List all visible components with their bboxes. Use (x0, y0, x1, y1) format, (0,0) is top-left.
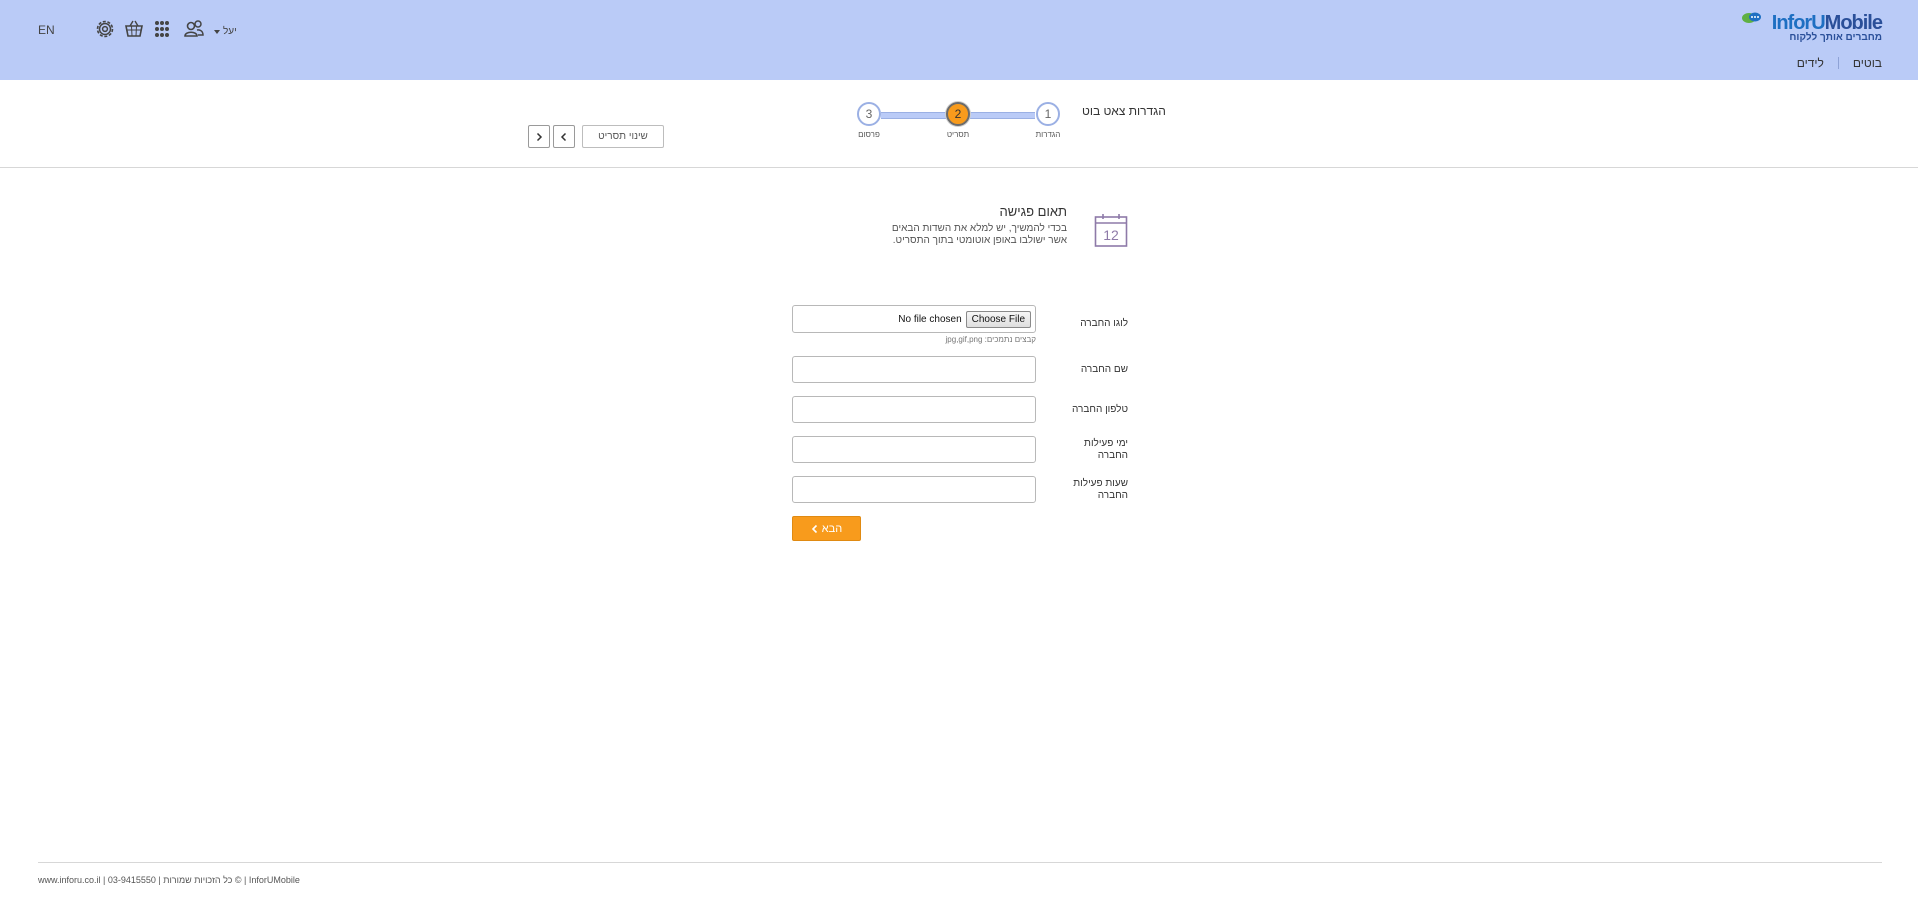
company-days-input[interactable] (792, 436, 1036, 463)
wizard-bar: הגדרות צאט בוט 1 2 3 הגדרות תסריט פרסום … (0, 80, 1918, 168)
company-name-input[interactable] (792, 356, 1036, 383)
section-title: תאום פגישה (999, 204, 1067, 219)
step-number: 3 (865, 107, 873, 121)
step-3-label: פרסום (858, 130, 880, 139)
step-3[interactable]: 3 (857, 102, 881, 126)
file-status: No file chosen (898, 313, 962, 325)
chat-bubbles-icon (1742, 12, 1761, 23)
step-2[interactable]: 2 (946, 102, 970, 126)
top-bar: InforUMobile מחברים אותך ללקוח בוטים ליד… (0, 0, 1918, 80)
nav-divider (1837, 57, 1839, 69)
company-days-label: ימי פעילות החברה (1084, 438, 1128, 461)
inforu-logo[interactable]: InforUMobile מחברים אותך ללקוח (1742, 10, 1883, 44)
company-name-label: שם החברה (1080, 364, 1128, 375)
logo-label: לוגו החברה (1080, 318, 1128, 329)
company-phone-input[interactable] (792, 396, 1036, 423)
user-menu[interactable]: יעל (214, 26, 237, 37)
next-button[interactable]: הבא (792, 516, 861, 541)
apps-grid-icon[interactable] (151, 18, 173, 40)
step-number: 1 (1044, 107, 1052, 121)
company-phone-label: טלפון החברה (1072, 404, 1128, 415)
company-hours-label: שעות פעילות החברה (1073, 478, 1128, 501)
chevron-down-icon (214, 29, 220, 34)
user-name: יעל (223, 26, 237, 37)
nav-bots[interactable]: בוטים (1853, 56, 1882, 70)
chevron-right-icon (536, 132, 543, 141)
next-arrow-button[interactable] (528, 125, 550, 148)
file-formats-hint: קבצים נתמכים: jpg,gif,png (945, 335, 1036, 344)
step-1[interactable]: 1 (1036, 102, 1060, 126)
language-switch[interactable]: EN (38, 23, 55, 37)
footer-text: www.inforu.co.il | 03-9415550 | כל הזכוי… (38, 875, 300, 885)
footer-divider (38, 862, 1882, 863)
logo-file-input[interactable]: No file chosen Choose File (792, 305, 1036, 333)
section-description: בכדי להמשיך, יש למלא את השדות הבאים אשר … (891, 223, 1067, 246)
calendar-icon: 12 (1094, 214, 1128, 247)
step-1-label: הגדרות (1035, 130, 1061, 139)
choose-file-button[interactable]: Choose File (965, 310, 1031, 328)
chevron-left-icon (811, 524, 817, 533)
next-label: הבא (821, 522, 843, 535)
prev-arrow-button[interactable] (553, 125, 575, 148)
step-2-label: תסריט (946, 130, 970, 139)
top-nav: בוטים לידים (1797, 55, 1882, 71)
company-hours-input[interactable] (792, 476, 1036, 503)
section-header: תאום פגישה בכדי להמשיך, יש למלא את השדות… (888, 204, 1128, 264)
basket-icon[interactable] (123, 18, 145, 40)
step-number: 2 (954, 107, 962, 121)
chevron-left-icon (560, 132, 567, 141)
settings-icon[interactable] (94, 18, 116, 40)
logo-tagline: מחברים אותך ללקוח (1789, 32, 1882, 43)
calendar-day-number: 12 (1103, 227, 1119, 243)
wizard-title: הגדרות צאט בוט (1082, 104, 1166, 118)
nav-leads[interactable]: לידים (1797, 56, 1824, 70)
users-icon[interactable] (183, 18, 205, 40)
change-template-button[interactable]: שינוי תסריט (582, 125, 664, 148)
